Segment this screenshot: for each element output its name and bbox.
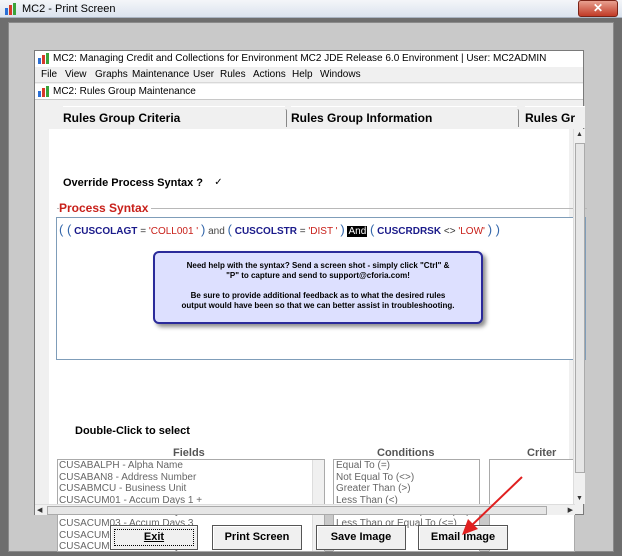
- scroll-left-icon[interactable]: ◀: [37, 506, 42, 514]
- process-syntax-editor[interactable]: ( ( CUSCOLAGT = 'COLL001 ' ) and ( CUSCO…: [56, 217, 586, 360]
- syntax-conjunction: and: [208, 226, 225, 237]
- list-item[interactable]: Equal To (=): [334, 460, 479, 472]
- process-syntax-label: Process Syntax: [59, 201, 152, 215]
- close-button[interactable]: ✕: [578, 0, 618, 17]
- menu-bar: File View Graphs Maintenance User Rules …: [35, 68, 583, 83]
- syntax-value: 'DIST ': [308, 226, 338, 237]
- syntax-paren: ( (: [59, 222, 72, 237]
- list-item[interactable]: CUSABMCU - Business Unit: [58, 483, 324, 495]
- tab-rules-group-information[interactable]: Rules Group Information: [291, 106, 519, 128]
- exit-button[interactable]: Exit: [110, 525, 198, 550]
- menu-maintenance[interactable]: Maintenance: [132, 69, 189, 80]
- syntax-paren: (: [227, 222, 232, 237]
- list-item[interactable]: CUSABALPH - Alpha Name: [58, 460, 324, 472]
- tab-content-panel: Override Process Syntax ? ✓ Process Synt…: [49, 129, 587, 552]
- menu-view[interactable]: View: [65, 69, 87, 80]
- scroll-down-icon[interactable]: ▼: [576, 495, 583, 502]
- menu-graphs[interactable]: Graphs: [95, 69, 128, 80]
- rules-group-maintenance-title: MC2: Rules Group Maintenance: [53, 86, 196, 97]
- scroll-up-icon[interactable]: ▲: [576, 131, 583, 138]
- tab-label: Rules Group Criteria: [63, 111, 181, 125]
- help-text-line: "P" to capture and send to support@cfori…: [226, 271, 410, 280]
- syntax-value: 'LOW': [458, 226, 485, 237]
- syntax-operator: <>: [443, 226, 456, 237]
- double-click-instruction: Double-Click to select: [75, 425, 190, 437]
- tab-strip: Rules Group Criteria Rules Group Informa…: [49, 106, 585, 128]
- menu-rules[interactable]: Rules: [220, 69, 246, 80]
- menu-help[interactable]: Help: [292, 69, 313, 80]
- syntax-paren: ): [340, 222, 345, 237]
- horizontal-scroll-thumb[interactable]: [47, 506, 547, 515]
- syntax-help-callout: Need help with the syntax? Send a screen…: [153, 251, 483, 324]
- help-text-line: Need help with the syntax? Send a screen…: [186, 261, 450, 270]
- syntax-paren: ): [201, 222, 206, 237]
- captured-title-bar: MC2: Managing Credit and Collections for…: [35, 51, 583, 67]
- conditions-header: Conditions: [377, 447, 435, 459]
- tab-rules-group-other[interactable]: Rules Gr: [525, 106, 585, 128]
- syntax-paren: ) ): [487, 222, 500, 237]
- outer-title-bar: MC2 - Print Screen ✕: [0, 0, 622, 18]
- syntax-operator: =: [299, 226, 306, 237]
- outer-window-title: MC2 - Print Screen: [22, 3, 116, 15]
- email-image-button[interactable]: Email Image: [418, 525, 508, 550]
- print-screen-button[interactable]: Print Screen: [212, 525, 302, 550]
- process-syntax-group: Process Syntax ( ( CUSCOLAGT = 'COLL001 …: [56, 201, 587, 373]
- syntax-field: CUSCOLAGT: [74, 226, 138, 237]
- tab-label: Rules Gr: [525, 111, 576, 125]
- criteria-header: Criter: [527, 447, 557, 459]
- override-process-syntax-label: Override Process Syntax ?: [63, 177, 204, 189]
- captured-window: MC2: Managing Credit and Collections for…: [34, 50, 587, 552]
- vertical-scroll-thumb[interactable]: [575, 143, 585, 473]
- horizontal-scrollbar[interactable]: ◀ ▶: [35, 504, 575, 515]
- syntax-field: CUSCRDRSK: [377, 226, 442, 237]
- menu-actions[interactable]: Actions: [253, 69, 286, 80]
- list-item[interactable]: Greater Than (>): [334, 483, 479, 495]
- list-item[interactable]: Not Equal To (<>): [334, 472, 479, 484]
- help-text-line: output would have been so that we can be…: [181, 301, 455, 310]
- save-image-button[interactable]: Save Image: [316, 525, 406, 550]
- list-item[interactable]: CUSABAN8 - Address Number: [58, 472, 324, 484]
- tab-label: Rules Group Information: [291, 111, 433, 125]
- syntax-paren: (: [370, 222, 375, 237]
- syntax-value: 'COLL001 ': [148, 226, 199, 237]
- app-chart-icon: [38, 53, 49, 64]
- override-process-syntax-checkbox[interactable]: ✓: [213, 178, 224, 189]
- rules-group-maintenance-title-bar: MC2: Rules Group Maintenance: [35, 84, 583, 100]
- menu-file[interactable]: File: [41, 69, 57, 80]
- app-chart-icon: [5, 3, 16, 15]
- app-chart-icon: [38, 86, 49, 97]
- vertical-scrollbar[interactable]: ▲ ▼: [573, 129, 585, 504]
- menu-windows[interactable]: Windows: [320, 69, 361, 80]
- tab-rules-group-criteria[interactable]: Rules Group Criteria: [63, 106, 287, 128]
- menu-user[interactable]: User: [193, 69, 214, 80]
- scroll-right-icon[interactable]: ▶: [568, 506, 573, 514]
- captured-window-title: MC2: Managing Credit and Collections for…: [53, 53, 547, 64]
- fields-header: Fields: [173, 447, 205, 459]
- syntax-conjunction-selected: And: [347, 226, 368, 237]
- syntax-operator: =: [140, 226, 147, 237]
- syntax-expression: ( ( CUSCOLAGT = 'COLL001 ' ) and ( CUSCO…: [59, 222, 500, 237]
- syntax-field: CUSCOLSTR: [234, 226, 297, 237]
- exit-button-label: Exit: [143, 531, 165, 543]
- help-text-line: Be sure to provide additional feedback a…: [190, 291, 446, 300]
